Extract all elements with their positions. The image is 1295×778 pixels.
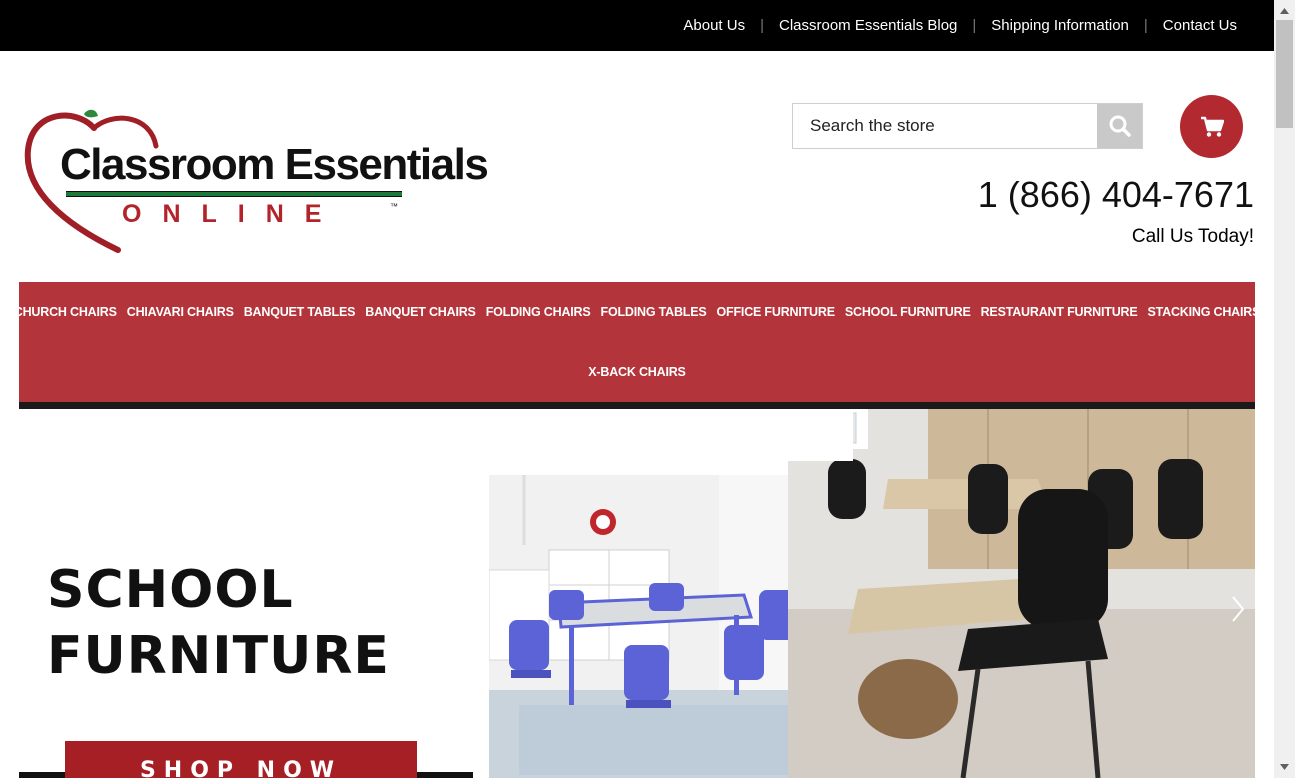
nav-item-restaurant-furniture[interactable]: RESTAURANT FURNITURE xyxy=(976,305,1143,319)
photo-corner-mask xyxy=(788,409,853,461)
link-separator: | xyxy=(1143,17,1148,34)
nav-item-banquet-tables[interactable]: BANQUET TABLES xyxy=(239,305,361,319)
banner-title: SCHOOL FURNITURE xyxy=(47,557,390,689)
nav-item-folding-chairs[interactable]: FOLDING CHAIRS xyxy=(481,305,596,319)
trademark-symbol: ™ xyxy=(390,202,398,211)
nav-item-x-back-chairs[interactable]: X-BACK CHAIRS xyxy=(583,365,690,379)
hero-banner[interactable]: SCHOOL FURNITURE SHOP NOW xyxy=(19,409,1255,778)
shipping-info-link[interactable]: Shipping Information xyxy=(991,17,1129,34)
search-button[interactable] xyxy=(1097,104,1142,148)
banner-title-line: FURNITURE xyxy=(47,626,390,686)
stacking-chair-illustration xyxy=(788,409,1255,778)
vertical-scrollbar[interactable] xyxy=(1274,0,1295,778)
carousel-next-button[interactable] xyxy=(1226,591,1250,627)
phone-number[interactable]: 1 (866) 404-7671 xyxy=(978,174,1254,216)
shop-now-button[interactable]: SHOP NOW xyxy=(65,741,417,778)
nav-item-chiavari-chairs[interactable]: CHIAVARI CHAIRS xyxy=(122,305,239,319)
about-us-link[interactable]: About Us xyxy=(683,17,745,34)
call-us-today-text: Call Us Today! xyxy=(1131,226,1254,247)
scroll-up-arrow-icon xyxy=(1280,8,1289,14)
logo-wordmark: Classroom Essentials xyxy=(60,140,489,189)
contact-us-link[interactable]: Contact Us xyxy=(1163,17,1237,34)
nav-item-banquet-chairs[interactable]: BANQUET CHAIRS xyxy=(360,305,480,319)
classroom-table-photo xyxy=(489,475,837,778)
nav-row: CHURCH CHAIRS CHIAVARI CHAIRS BANQUET TA… xyxy=(14,282,1261,342)
classroom-chairs-photo xyxy=(788,409,1255,778)
nav-item-office-furniture[interactable]: OFFICE FURNITURE xyxy=(712,305,840,319)
site-logo[interactable]: Classroom Essentials ONLINE ™ xyxy=(24,106,489,254)
chevron-right-icon xyxy=(1232,596,1245,622)
search-form xyxy=(792,103,1143,149)
scroll-up-button[interactable] xyxy=(1274,2,1295,20)
nav-item-school-furniture[interactable]: SCHOOL FURNITURE xyxy=(840,305,976,319)
nav-item-stacking-chairs[interactable]: STACKING CHAIRS xyxy=(1142,305,1265,319)
nav-item-folding-tables[interactable]: FOLDING TABLES xyxy=(596,305,712,319)
search-icon xyxy=(1109,115,1131,137)
scroll-down-arrow-icon xyxy=(1280,764,1289,770)
nav-item-church-chairs[interactable]: CHURCH CHAIRS xyxy=(9,305,122,319)
page: About Us | Classroom Essentials Blog | S… xyxy=(0,0,1274,778)
blog-link[interactable]: Classroom Essentials Blog xyxy=(779,17,957,34)
scrollbar-thumb[interactable] xyxy=(1276,20,1293,128)
banner-title-line: SCHOOL xyxy=(47,560,294,620)
scroll-down-button[interactable] xyxy=(1274,758,1295,776)
search-input[interactable] xyxy=(793,104,1093,148)
top-links: About Us | Classroom Essentials Blog | S… xyxy=(683,0,1237,51)
top-bar: About Us | Classroom Essentials Blog | S… xyxy=(0,0,1274,51)
cart-icon xyxy=(1200,116,1224,137)
nav-row: X-BACK CHAIRS xyxy=(19,342,1255,402)
main-nav: CHURCH CHAIRS CHIAVARI CHAIRS BANQUET TA… xyxy=(14,282,1261,409)
link-separator: | xyxy=(760,17,764,34)
classroom-table-illustration xyxy=(489,475,837,778)
logo-online-text: ONLINE xyxy=(122,200,343,228)
link-separator: | xyxy=(972,17,977,34)
cart-button[interactable] xyxy=(1180,95,1243,158)
logo-underline xyxy=(66,191,402,197)
